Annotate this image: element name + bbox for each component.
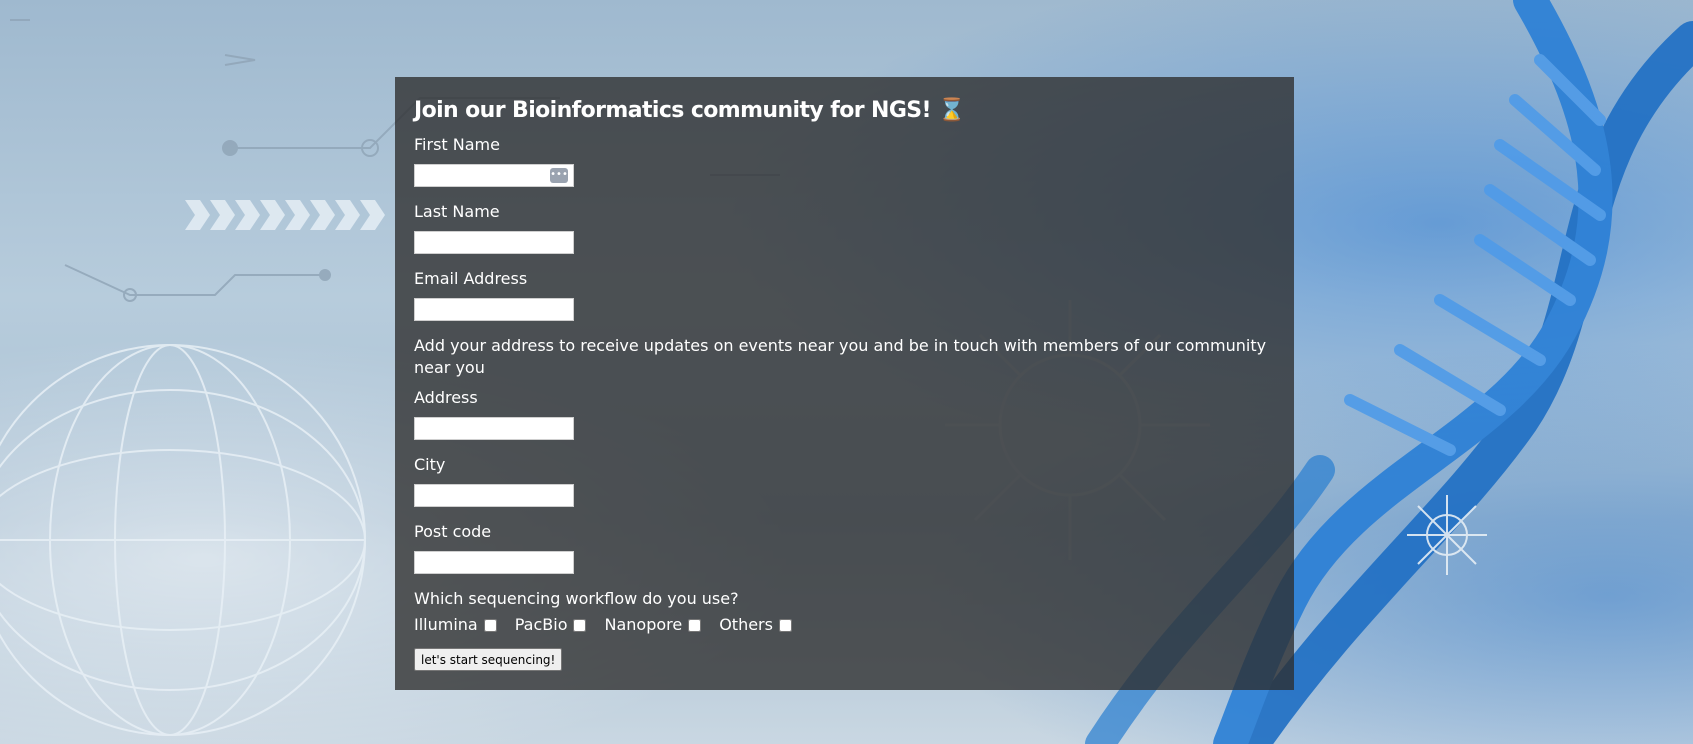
first-name-label: First Name	[414, 135, 500, 154]
email-label: Email Address	[414, 269, 528, 288]
address-label: Address	[414, 388, 478, 407]
city-label: City	[414, 455, 446, 474]
last-name-label: Last Name	[414, 202, 500, 221]
option-others-label: Others	[719, 615, 773, 634]
form-title: Join our Bioinformatics community for NG…	[414, 98, 965, 123]
option-others-checkbox[interactable]	[778, 618, 792, 632]
option-illumina-checkbox[interactable]	[483, 618, 497, 632]
option-pacbio-label: PacBio	[514, 615, 568, 634]
globe	[0, 344, 366, 736]
postcode-label: Post code	[414, 522, 492, 541]
first-name-field-wrapper: •••	[414, 164, 574, 187]
option-nanopore-checkbox[interactable]	[688, 618, 702, 632]
signup-form-panel: Join our Bioinformatics community for NG…	[395, 77, 1294, 690]
small-virus	[1407, 495, 1487, 575]
option-nanopore-label: Nanopore	[604, 615, 683, 634]
address-note: Add your address to receive updates on e…	[414, 336, 1267, 377]
option-pacbio-checkbox[interactable]	[573, 618, 587, 632]
submit-button[interactable]: let's start sequencing!	[414, 648, 563, 671]
workflow-options: Illumina PacBio Nanopore Others	[414, 614, 1275, 636]
last-name-input[interactable]	[414, 231, 574, 254]
workflow-question: Which sequencing workflow do you use?	[414, 589, 739, 608]
option-illumina-label: Illumina	[414, 615, 478, 634]
address-input[interactable]	[414, 417, 574, 440]
postcode-input[interactable]	[414, 551, 574, 574]
chevron-strip	[185, 200, 385, 230]
city-input[interactable]	[414, 484, 574, 507]
email-input[interactable]	[414, 298, 574, 321]
password-manager-icon[interactable]: •••	[550, 168, 568, 183]
